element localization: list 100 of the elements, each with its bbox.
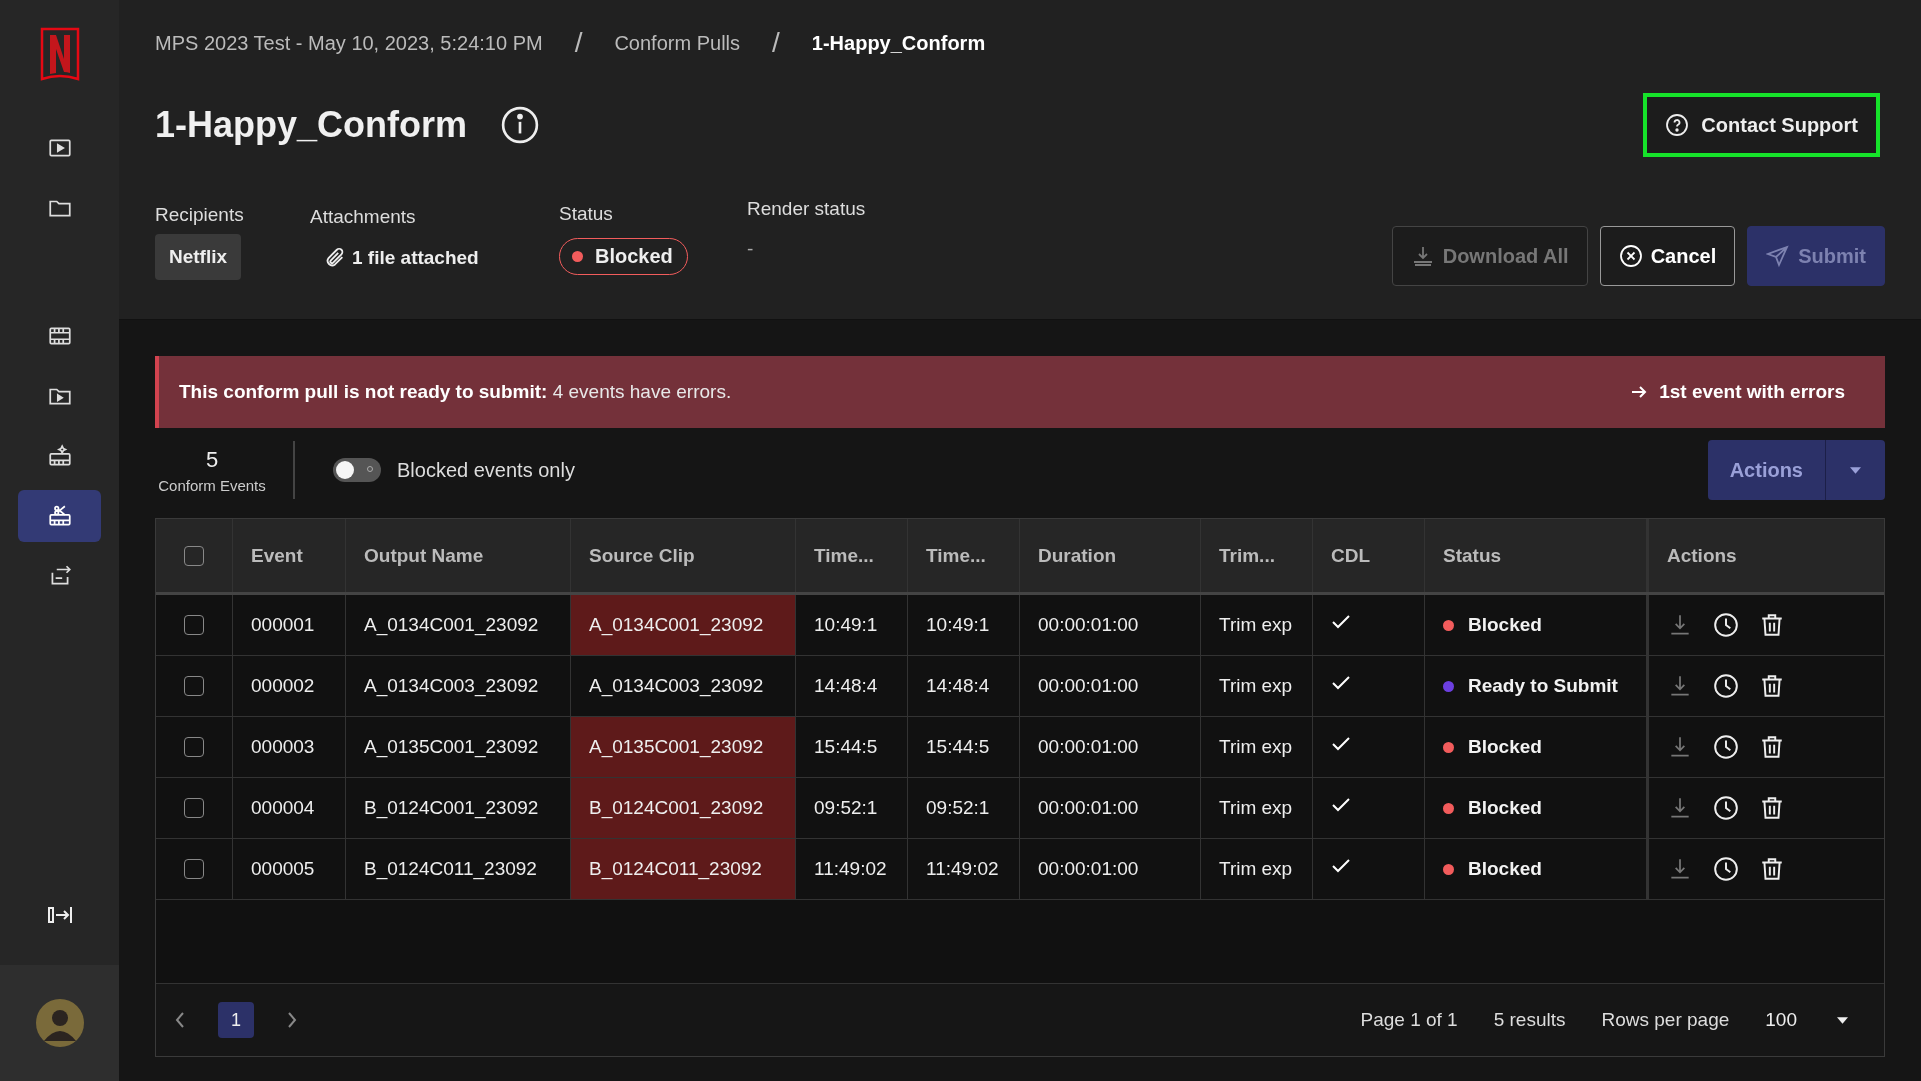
history-icon[interactable]: [1713, 795, 1739, 821]
actions-button[interactable]: Actions: [1707, 440, 1825, 500]
blocked-only-toggle[interactable]: [333, 458, 381, 482]
error-cell: A_0135C001_23092: [571, 717, 796, 777]
toggle-label: Blocked events only: [397, 458, 575, 482]
table-cell: 000005: [251, 858, 315, 880]
logo-icon: [39, 26, 80, 82]
event-count-label: Conform Events: [158, 476, 266, 494]
caret-icon: [1850, 466, 1861, 474]
column-header[interactable]: Time...: [926, 544, 986, 567]
status-text: Ready to Submit: [1468, 675, 1618, 697]
first-error-link[interactable]: 1st event with errors: [1629, 381, 1845, 403]
table-cell: Trim exp: [1219, 736, 1293, 758]
column-header[interactable]: Trim...: [1219, 544, 1275, 567]
recipients-label: Recipients: [155, 204, 245, 226]
delete-icon[interactable]: [1759, 734, 1785, 760]
delete-icon[interactable]: [1759, 856, 1785, 882]
table-cell: Trim exp: [1219, 675, 1293, 697]
row-checkbox[interactable]: [184, 737, 204, 757]
table-cell: 00:00:01:00: [1038, 614, 1139, 636]
table-cell: A_0134C003_23092: [571, 656, 796, 716]
page-info: Page 1 of 1: [1360, 1009, 1458, 1031]
table-cell: Trim exp: [1219, 797, 1293, 819]
table-cell: 000003: [251, 736, 315, 758]
table-cell: A_0135C001_23092: [364, 736, 539, 758]
info-icon[interactable]: [501, 106, 540, 144]
table-cell: A_0134C001_23092: [364, 614, 539, 636]
column-header[interactable]: CDL: [1331, 544, 1371, 567]
sidebar-nav-button[interactable]: [18, 490, 101, 542]
column-header[interactable]: Actions: [1667, 544, 1737, 567]
caret-icon: [1837, 1016, 1848, 1024]
table-cell: B_0124C001_23092: [364, 797, 539, 819]
table-cell: 000002: [251, 675, 315, 697]
table-cell: 00:00:01:00: [1038, 675, 1139, 697]
table-cell: 09:52:1: [814, 797, 878, 819]
breadcrumb-link[interactable]: MPS 2023 Test - May 10, 2023, 5:24:10 PM: [155, 31, 543, 55]
row-checkbox[interactable]: [184, 615, 204, 635]
delete-icon[interactable]: [1759, 673, 1785, 699]
send-icon: [1766, 244, 1791, 268]
table-cell: 09:52:1: [926, 797, 990, 819]
column-header[interactable]: Duration: [1038, 544, 1117, 567]
next-page-icon[interactable]: [286, 1010, 298, 1030]
help-icon: [1665, 113, 1690, 137]
attachment-link[interactable]: 1 file attached: [310, 236, 559, 280]
page-title: 1-Happy_Conform: [155, 104, 468, 146]
history-icon[interactable]: [1713, 673, 1739, 699]
status-text: Blocked: [1468, 797, 1542, 819]
delete-icon[interactable]: [1759, 795, 1785, 821]
rows-per-page-select[interactable]: 100: [1765, 1009, 1866, 1031]
table-cell: Trim exp: [1219, 858, 1293, 880]
table-cell: 11:49:02: [926, 858, 999, 880]
table-cell: 15:44:5: [926, 736, 990, 758]
table-cell: 14:48:4: [814, 675, 878, 697]
table-cell: 00:00:01:00: [1038, 858, 1139, 880]
table-cell: 00:00:01:00: [1038, 797, 1139, 819]
status-text: Blocked: [1468, 858, 1542, 880]
status-text: Blocked: [595, 245, 673, 268]
film-sparkle-icon: [46, 443, 73, 469]
error-cell: B_0124C011_23092: [571, 839, 796, 899]
row-checkbox[interactable]: [184, 676, 204, 696]
breadcrumb-separator: /: [772, 27, 780, 59]
table-cell: 15:44:5: [814, 736, 878, 758]
table-cell: 000001: [251, 614, 315, 636]
history-icon[interactable]: [1713, 612, 1739, 638]
select-all-checkbox[interactable]: [184, 545, 204, 566]
rows-per-page-label: Rows per page: [1601, 1009, 1730, 1031]
close-icon: [1618, 244, 1643, 268]
table-cell: B_0124C011_23092: [364, 858, 537, 880]
breadcrumb-link[interactable]: 1-Happy_Conform: [811, 31, 986, 55]
error-message: This conform pull is not ready to submit: 4 events have errors.: [179, 381, 733, 403]
delete-icon[interactable]: [1759, 612, 1785, 638]
column-header[interactable]: Source Clip: [589, 544, 695, 567]
column-header[interactable]: Output Name: [364, 544, 484, 567]
column-header[interactable]: Status: [1443, 544, 1502, 567]
status-text: Blocked: [1468, 614, 1542, 636]
avatar[interactable]: [35, 999, 84, 1047]
table-cell: 000004: [251, 797, 315, 819]
column-header[interactable]: Time...: [814, 544, 874, 567]
table-cell: 10:49:1: [926, 614, 990, 636]
recipient-tag: Netflix: [155, 234, 242, 280]
status-dot: [572, 251, 583, 262]
table-cell: Trim exp: [1219, 614, 1293, 636]
previous-page-icon[interactable]: [174, 1010, 186, 1030]
status-label: Status: [559, 203, 614, 225]
history-icon[interactable]: [1713, 856, 1739, 882]
film-scissors-icon: [46, 503, 73, 529]
column-header[interactable]: Event: [251, 544, 303, 567]
table-cell: 11:49:02: [814, 858, 887, 880]
page-button[interactable]: 1: [218, 1002, 254, 1038]
table-cell: 14:48:4: [926, 675, 990, 697]
row-checkbox[interactable]: [184, 859, 204, 879]
contact-support-button[interactable]: Contact Support: [1643, 93, 1880, 157]
breadcrumb-link[interactable]: Conform Pulls: [614, 31, 741, 55]
event-count: 5: [205, 446, 219, 473]
error-cell: A_0134C001_23092: [571, 595, 796, 655]
cancel-button[interactable]: Cancel: [1599, 226, 1736, 286]
collapse-icon[interactable]: [46, 905, 73, 925]
history-icon[interactable]: [1713, 734, 1739, 760]
breadcrumb-separator: /: [574, 27, 583, 59]
row-checkbox[interactable]: [184, 798, 204, 818]
